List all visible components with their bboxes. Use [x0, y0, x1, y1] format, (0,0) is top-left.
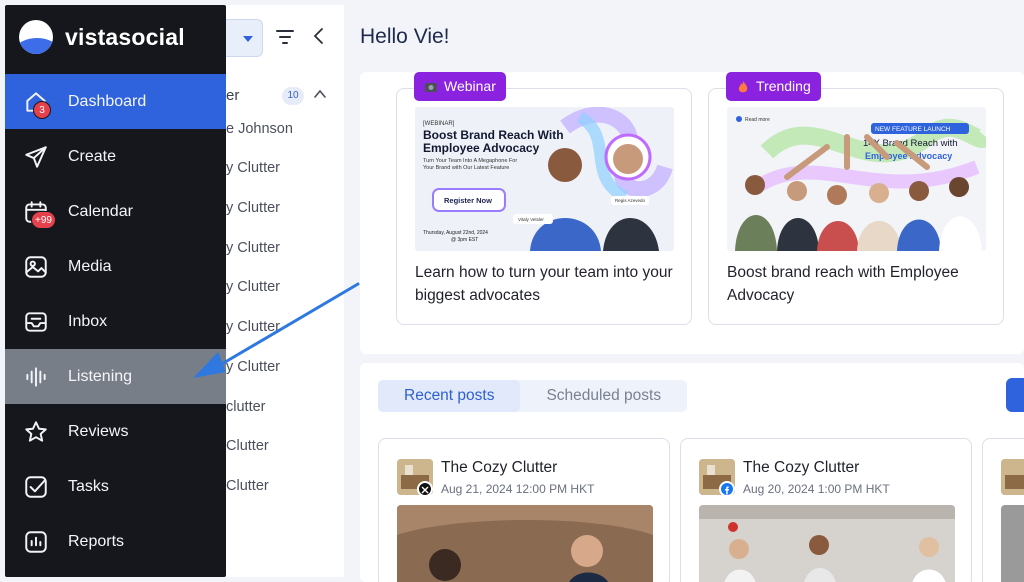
nav-item-inbox[interactable]: Inbox — [5, 294, 226, 349]
inbox-icon — [23, 309, 49, 335]
nav-item-create[interactable]: Create — [5, 129, 226, 184]
list-item[interactable]: Clutter — [226, 478, 269, 494]
fire-icon — [738, 80, 748, 92]
webinar-time: @ 3pm EST — [451, 237, 478, 243]
webinar-icon — [425, 82, 437, 92]
promo-card-trending[interactable]: Trending Read more NEW FEATURE LAUNCH 14… — [708, 72, 1004, 325]
speaker-1-name: Vitaly Vetsler — [518, 217, 544, 222]
star-icon — [23, 419, 49, 445]
promo-tag: Trending — [726, 72, 821, 101]
nav-label: Calendar — [68, 202, 133, 220]
chevron-up-icon[interactable] — [314, 89, 326, 99]
notification-badge: 3 — [33, 100, 51, 119]
list-item[interactable]: clutter — [226, 399, 266, 415]
group-label: er — [226, 87, 240, 104]
nav-item-tasks[interactable]: Tasks — [5, 459, 226, 514]
list-item[interactable]: y Clutter — [226, 359, 280, 375]
tab-recent-posts[interactable]: Recent posts — [378, 380, 521, 412]
brand-name: vistasocial — [65, 23, 185, 50]
promo-tag: Webinar — [414, 72, 506, 101]
post-card[interactable]: The Cozy Clutter Aug 21, 2024 12:00 PM H… — [378, 438, 670, 582]
posts-panel: Recent posts Scheduled posts The Cozy Cl… — [360, 363, 1024, 582]
nav-label: Dashboard — [68, 92, 147, 110]
list-item[interactable]: e Johnson — [226, 121, 293, 137]
send-icon — [23, 144, 49, 170]
webinar-sub-1: Turn Your Team Into A Megaphone For — [423, 158, 517, 164]
list-item[interactable]: Clutter — [226, 438, 269, 454]
post-profile-name: The Cozy Clutter — [743, 459, 860, 476]
post-image — [699, 505, 955, 582]
webinar-date: Thursday, August 22nd, 2024 — [423, 230, 488, 236]
list-item[interactable]: y Clutter — [226, 200, 280, 216]
list-item[interactable]: y Clutter — [226, 319, 280, 335]
nav-label: Inbox — [68, 312, 108, 330]
posts-tabs: Recent posts Scheduled posts — [378, 380, 688, 412]
webinar-kicker: [WEBINAR] — [423, 121, 455, 127]
promo-title[interactable]: Learn how to turn your team into your bi… — [415, 261, 677, 307]
post-card[interactable] — [982, 438, 1024, 582]
webinar-banner-image: [WEBINAR] Boost Brand Reach With Employe… — [415, 107, 674, 251]
home-icon: 3 — [23, 89, 51, 119]
nav-label: Reports — [68, 532, 125, 550]
webinar-headline-1: Boost Brand Reach With — [423, 128, 564, 142]
nav-label: Listening — [68, 367, 133, 385]
nav-item-calendar[interactable]: +99 Calendar — [5, 184, 226, 239]
list-item[interactable]: y Clutter — [226, 279, 280, 295]
nav-item-reviews[interactable]: Reviews — [5, 404, 226, 459]
app-window: vistasocial 3 Dashboard Create +99 Calen… — [0, 0, 1024, 582]
post-date: Aug 21, 2024 12:00 PM HKT — [441, 482, 595, 496]
x-icon — [417, 481, 433, 497]
notification-badge: +99 — [31, 210, 56, 229]
nav-item-dashboard[interactable]: 3 Dashboard — [5, 74, 226, 129]
nav-item-media[interactable]: Media — [5, 239, 226, 294]
webinar-headline-2: Employee Advocacy — [423, 141, 540, 155]
brand[interactable]: vistasocial — [19, 17, 185, 57]
profile-list-panel: er 10 e Johnson y Clutter y Clutter y Cl… — [226, 5, 344, 577]
nav-label: Reviews — [68, 422, 129, 440]
greeting-title: Hello Vie! — [360, 25, 450, 48]
trending-kicker: NEW FEATURE LAUNCH — [875, 126, 951, 133]
post-profile-name: The Cozy Clutter — [441, 459, 558, 476]
filter-icon[interactable] — [276, 29, 294, 45]
nav-label: Tasks — [68, 477, 109, 495]
profile-group-select[interactable] — [226, 19, 263, 57]
post-image — [397, 505, 653, 582]
nav-item-reports[interactable]: Reports — [5, 514, 226, 569]
profile-avatar — [1001, 459, 1024, 495]
list-item[interactable]: y Clutter — [226, 240, 280, 256]
calendar-icon: +99 — [23, 199, 56, 229]
tab-scheduled-posts[interactable]: Scheduled posts — [520, 380, 687, 412]
nav-label: Create — [68, 147, 117, 165]
post-date: Aug 20, 2024 1:00 PM HKT — [743, 482, 890, 496]
promo-panel: Webinar [WEBINAR] Boost Brand Reach With… — [360, 72, 1024, 354]
facebook-icon — [719, 481, 735, 497]
checkbox-icon — [23, 474, 49, 500]
promo-card-webinar[interactable]: Webinar [WEBINAR] Boost Brand Reach With… — [396, 72, 692, 325]
list-item[interactable]: y Clutter — [226, 160, 280, 176]
action-button-edge[interactable] — [1006, 378, 1024, 412]
vistasocial-logo-icon — [19, 20, 53, 54]
sound-wave-icon — [23, 364, 49, 390]
webinar-register-button: Register Now — [444, 196, 492, 205]
sidebar: vistasocial 3 Dashboard Create +99 Calen… — [5, 5, 226, 577]
image-icon — [23, 254, 49, 280]
main-content: Hello Vie! Webinar [WEBINAR] Boost Brand… — [344, 5, 1024, 582]
caret-down-icon — [243, 36, 253, 42]
promo-title[interactable]: Boost brand reach with Employee Advocacy — [727, 261, 989, 307]
promo-tag-label: Trending — [756, 78, 811, 94]
post-card[interactable]: The Cozy Clutter Aug 20, 2024 1:00 PM HK… — [680, 438, 972, 582]
group-count-badge: 10 — [282, 87, 304, 105]
nav-item-listening[interactable]: Listening — [5, 349, 226, 404]
speaker-2-name: Regis Azevedo — [615, 198, 646, 203]
chevron-left-icon[interactable] — [312, 27, 326, 45]
webinar-sub-2: Your Brand with Our Latest Feature — [423, 165, 509, 171]
bar-chart-icon — [23, 529, 49, 555]
post-image — [1001, 505, 1024, 582]
trending-corner: Read more — [745, 117, 770, 123]
promo-tag-label: Webinar — [444, 78, 496, 94]
nav-label: Media — [68, 257, 112, 275]
trending-banner-image: Read more NEW FEATURE LAUNCH 14X Brand R… — [727, 107, 986, 251]
